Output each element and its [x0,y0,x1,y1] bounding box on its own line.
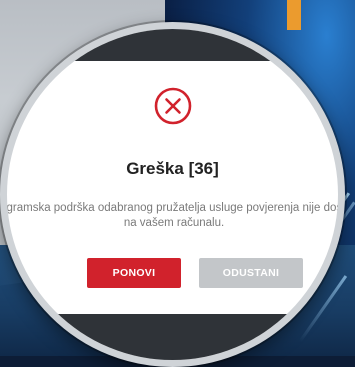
magnifier-lens: Greška [36] rogramska podrška odabranog … [0,22,345,367]
dialog-message: rogramska podrška odabranog pružatelja u… [0,201,345,231]
dialog-message-line: rogramska podrška odabranog pružatelja u… [0,202,345,214]
cancel-button[interactable]: ODUSTANI [199,258,303,288]
error-dialog: Greška [36] rogramska podrška odabranog … [7,29,338,360]
dialog-message-line: na vašem računalu. [123,217,225,229]
background-accent-strip [287,0,301,30]
dialog-title: Greška [36] [126,159,219,178]
error-circle-x-icon [154,87,192,125]
retry-button[interactable]: PONOVI [87,258,181,288]
